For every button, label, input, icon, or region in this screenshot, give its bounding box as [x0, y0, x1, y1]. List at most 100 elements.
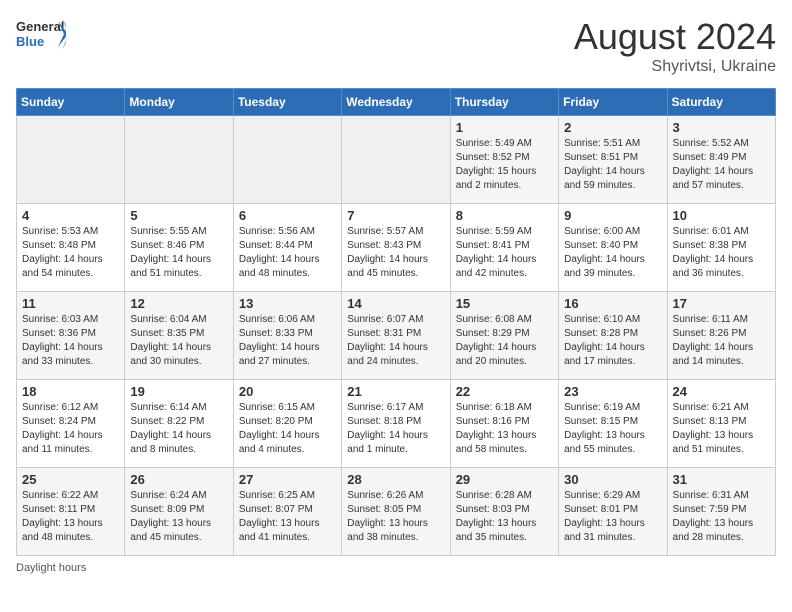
- day-info: Sunrise: 6:07 AM Sunset: 8:31 PM Dayligh…: [347, 313, 444, 369]
- day-cell: 26 Sunrise: 6:24 AM Sunset: 8:09 PM Dayli…: [125, 468, 233, 556]
- logo: General Blue: [16, 16, 66, 54]
- weekday-thursday: Thursday: [450, 89, 558, 116]
- day-cell: 11 Sunrise: 6:03 AM Sunset: 8:36 PM Dayli…: [17, 292, 125, 380]
- daylight-label: Daylight hours: [16, 562, 86, 574]
- day-cell: 30Sunrise: 6:29 AM Sunset: 8:01 PM Dayli…: [559, 468, 667, 556]
- day-number: 12: [130, 296, 227, 311]
- day-number: 2: [564, 120, 661, 135]
- day-cell: 14 Sunrise: 6:07 AM Sunset: 8:31 PM Dayli…: [342, 292, 450, 380]
- day-number: 15: [456, 296, 553, 311]
- day-number: 29: [456, 472, 553, 487]
- page-header: General Blue August 2024 Shyrivtsi, Ukra…: [16, 16, 776, 76]
- week-row-4: 18 Sunrise: 6:12 AM Sunset: 8:24 PM Dayli…: [17, 380, 776, 468]
- day-number: 16: [564, 296, 661, 311]
- day-info: Sunrise: 6:21 AM Sunset: 8:13 PM Dayligh…: [673, 401, 770, 457]
- weekday-friday: Friday: [559, 89, 667, 116]
- location: Shyrivtsi, Ukraine: [574, 58, 776, 76]
- day-number: 8: [456, 208, 553, 223]
- day-number: 28: [347, 472, 444, 487]
- day-cell: 21Sunrise: 6:17 AM Sunset: 8:18 PM Dayli…: [342, 380, 450, 468]
- day-cell: 12 Sunrise: 6:04 AM Sunset: 8:35 PM Dayli…: [125, 292, 233, 380]
- week-row-1: 1Sunrise: 5:49 AM Sunset: 8:52 PM Daylig…: [17, 116, 776, 204]
- week-row-3: 11 Sunrise: 6:03 AM Sunset: 8:36 PM Dayli…: [17, 292, 776, 380]
- day-info: Sunrise: 5:49 AM Sunset: 8:52 PM Dayligh…: [456, 137, 553, 193]
- day-number: 22: [456, 384, 553, 399]
- logo-icon: General Blue: [16, 16, 66, 54]
- day-cell: [342, 116, 450, 204]
- day-number: 25: [22, 472, 119, 487]
- day-cell: 27 Sunrise: 6:25 AM Sunset: 8:07 PM Dayli…: [233, 468, 341, 556]
- day-cell: 18 Sunrise: 6:12 AM Sunset: 8:24 PM Dayli…: [17, 380, 125, 468]
- day-info: Sunrise: 6:04 AM Sunset: 8:35 PM Dayligh…: [130, 313, 227, 369]
- day-number: 9: [564, 208, 661, 223]
- day-info: Sunrise: 5:56 AM Sunset: 8:44 PM Dayligh…: [239, 225, 336, 281]
- day-info: Sunrise: 6:19 AM Sunset: 8:15 PM Dayligh…: [564, 401, 661, 457]
- day-cell: [17, 116, 125, 204]
- day-number: 21: [347, 384, 444, 399]
- weekday-monday: Monday: [125, 89, 233, 116]
- day-info: Sunrise: 6:25 AM Sunset: 8:07 PM Dayligh…: [239, 489, 336, 545]
- day-info: Sunrise: 5:59 AM Sunset: 8:41 PM Dayligh…: [456, 225, 553, 281]
- day-cell: 7Sunrise: 5:57 AM Sunset: 8:43 PM Daylig…: [342, 204, 450, 292]
- day-number: 27: [239, 472, 336, 487]
- day-cell: 8 Sunrise: 5:59 AM Sunset: 8:41 PM Daylig…: [450, 204, 558, 292]
- day-number: 26: [130, 472, 227, 487]
- day-cell: 5 Sunrise: 5:55 AM Sunset: 8:46 PM Daylig…: [125, 204, 233, 292]
- day-cell: 31Sunrise: 6:31 AM Sunset: 7:59 PM Dayli…: [667, 468, 775, 556]
- day-cell: 24 Sunrise: 6:21 AM Sunset: 8:13 PM Dayli…: [667, 380, 775, 468]
- footer: Daylight hours: [16, 562, 776, 574]
- day-number: 19: [130, 384, 227, 399]
- day-cell: 1Sunrise: 5:49 AM Sunset: 8:52 PM Daylig…: [450, 116, 558, 204]
- title-block: August 2024 Shyrivtsi, Ukraine: [574, 16, 776, 76]
- day-number: 24: [673, 384, 770, 399]
- day-number: 6: [239, 208, 336, 223]
- calendar-table: SundayMondayTuesdayWednesdayThursdayFrid…: [16, 88, 776, 556]
- day-cell: 29 Sunrise: 6:28 AM Sunset: 8:03 PM Dayli…: [450, 468, 558, 556]
- day-info: Sunrise: 6:15 AM Sunset: 8:20 PM Dayligh…: [239, 401, 336, 457]
- day-number: 13: [239, 296, 336, 311]
- day-cell: 15 Sunrise: 6:08 AM Sunset: 8:29 PM Dayli…: [450, 292, 558, 380]
- weekday-header-row: SundayMondayTuesdayWednesdayThursdayFrid…: [17, 89, 776, 116]
- day-number: 17: [673, 296, 770, 311]
- day-cell: 19 Sunrise: 6:14 AM Sunset: 8:22 PM Dayli…: [125, 380, 233, 468]
- day-info: Sunrise: 6:14 AM Sunset: 8:22 PM Dayligh…: [130, 401, 227, 457]
- day-info: Sunrise: 6:03 AM Sunset: 8:36 PM Dayligh…: [22, 313, 119, 369]
- day-cell: 20 Sunrise: 6:15 AM Sunset: 8:20 PM Dayli…: [233, 380, 341, 468]
- weekday-tuesday: Tuesday: [233, 89, 341, 116]
- day-number: 18: [22, 384, 119, 399]
- day-cell: 13Sunrise: 6:06 AM Sunset: 8:33 PM Dayli…: [233, 292, 341, 380]
- day-number: 10: [673, 208, 770, 223]
- day-number: 31: [673, 472, 770, 487]
- day-info: Sunrise: 5:53 AM Sunset: 8:48 PM Dayligh…: [22, 225, 119, 281]
- day-cell: 22 Sunrise: 6:18 AM Sunset: 8:16 PM Dayli…: [450, 380, 558, 468]
- svg-text:General: General: [16, 19, 64, 34]
- day-cell: 2 Sunrise: 5:51 AM Sunset: 8:51 PM Daylig…: [559, 116, 667, 204]
- day-cell: 16 Sunrise: 6:10 AM Sunset: 8:28 PM Dayli…: [559, 292, 667, 380]
- day-info: Sunrise: 6:18 AM Sunset: 8:16 PM Dayligh…: [456, 401, 553, 457]
- day-info: Sunrise: 6:28 AM Sunset: 8:03 PM Dayligh…: [456, 489, 553, 545]
- day-info: Sunrise: 6:08 AM Sunset: 8:29 PM Dayligh…: [456, 313, 553, 369]
- day-info: Sunrise: 6:12 AM Sunset: 8:24 PM Dayligh…: [22, 401, 119, 457]
- day-info: Sunrise: 5:55 AM Sunset: 8:46 PM Dayligh…: [130, 225, 227, 281]
- day-cell: 10 Sunrise: 6:01 AM Sunset: 8:38 PM Dayli…: [667, 204, 775, 292]
- day-info: Sunrise: 5:51 AM Sunset: 8:51 PM Dayligh…: [564, 137, 661, 193]
- week-row-5: 25Sunrise: 6:22 AM Sunset: 8:11 PM Dayli…: [17, 468, 776, 556]
- week-row-2: 4 Sunrise: 5:53 AM Sunset: 8:48 PM Daylig…: [17, 204, 776, 292]
- day-cell: 4 Sunrise: 5:53 AM Sunset: 8:48 PM Daylig…: [17, 204, 125, 292]
- day-info: Sunrise: 6:01 AM Sunset: 8:38 PM Dayligh…: [673, 225, 770, 281]
- day-info: Sunrise: 5:52 AM Sunset: 8:49 PM Dayligh…: [673, 137, 770, 193]
- day-cell: [233, 116, 341, 204]
- day-info: Sunrise: 6:10 AM Sunset: 8:28 PM Dayligh…: [564, 313, 661, 369]
- day-number: 5: [130, 208, 227, 223]
- day-number: 20: [239, 384, 336, 399]
- day-cell: 6 Sunrise: 5:56 AM Sunset: 8:44 PM Daylig…: [233, 204, 341, 292]
- day-info: Sunrise: 5:57 AM Sunset: 8:43 PM Dayligh…: [347, 225, 444, 281]
- day-number: 30: [564, 472, 661, 487]
- day-info: Sunrise: 6:24 AM Sunset: 8:09 PM Dayligh…: [130, 489, 227, 545]
- day-number: 14: [347, 296, 444, 311]
- day-number: 23: [564, 384, 661, 399]
- month-year: August 2024: [574, 16, 776, 58]
- day-number: 3: [673, 120, 770, 135]
- day-number: 11: [22, 296, 119, 311]
- day-number: 4: [22, 208, 119, 223]
